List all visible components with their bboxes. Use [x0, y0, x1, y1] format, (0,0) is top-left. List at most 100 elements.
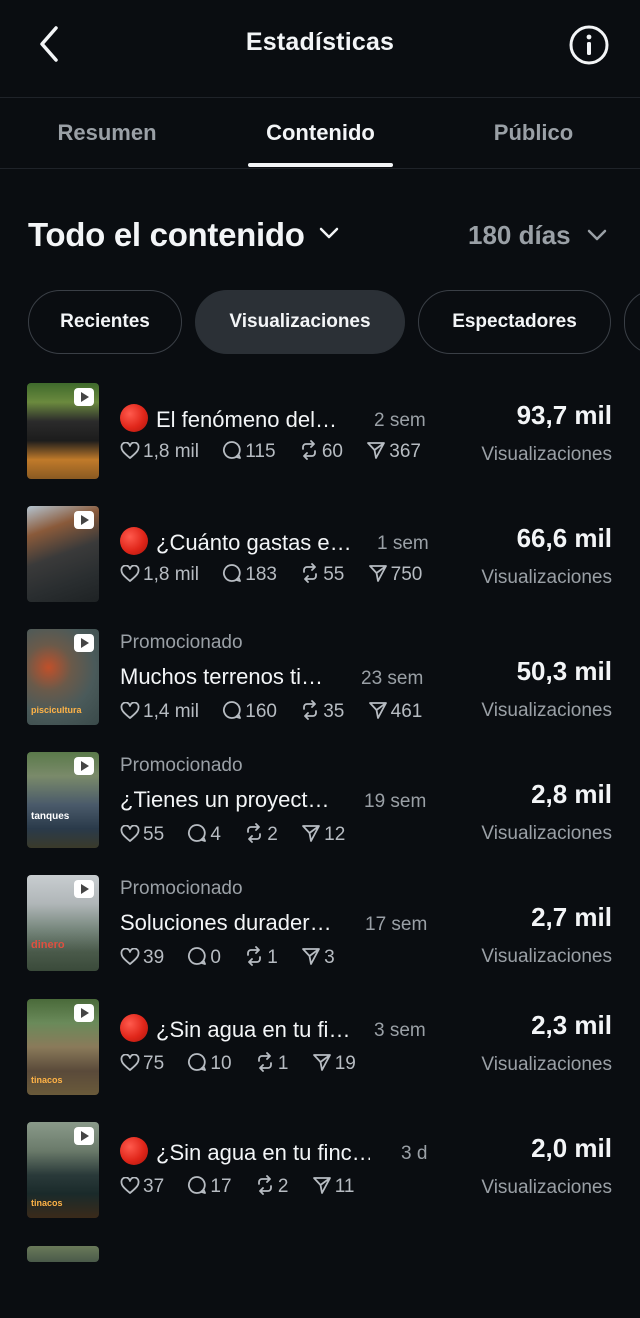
views-label: Visualizaciones: [481, 823, 612, 844]
post-thumbnail: tinacos: [27, 1122, 99, 1218]
views-label: Visualizaciones: [481, 700, 612, 721]
shares-stat: 19: [312, 1052, 356, 1075]
live-dot-icon: [120, 1014, 148, 1042]
shares-stat: 3: [301, 946, 335, 969]
post-title: ¿Sin agua en tu fi…: [120, 1014, 356, 1043]
list-item[interactable]: tinacos ¿Sin agua en tu finc… 3 d 37 17 …: [0, 1119, 640, 1219]
post-age: 1 sem: [377, 533, 429, 554]
chip-more[interactable]: [624, 290, 640, 354]
thumbnail-caption: tinacos: [31, 1075, 63, 1085]
period-dropdown[interactable]: 180 días: [468, 220, 571, 251]
promoted-label: Promocionado: [120, 632, 243, 653]
content-filter-row: Todo el contenido 180 días: [0, 212, 640, 262]
post-age: 23 sem: [361, 668, 424, 689]
post-stats: 1,4 mil 160 35 461: [120, 700, 440, 723]
chevron-down-icon[interactable]: [318, 226, 340, 240]
chevron-down-icon[interactable]: [586, 228, 608, 242]
likes-stat: 1,4 mil: [120, 701, 199, 723]
heart-icon: [120, 441, 140, 459]
post-stats: 37 17 2 11: [120, 1175, 372, 1198]
tab-publico[interactable]: Público: [486, 120, 581, 146]
reposts-stat: 2: [255, 1175, 288, 1198]
list-item[interactable]: tanques Promocionado ¿Tienes un proyect……: [0, 749, 640, 849]
post-title: ¿Tienes un proyect…: [120, 787, 330, 812]
comment-icon: [223, 441, 242, 459]
page-title: Estadísticas: [245, 28, 395, 56]
reposts-stat: 60: [299, 440, 343, 463]
tab-bar: Resumen Contenido Público: [0, 98, 640, 169]
views-label: Visualizaciones: [481, 1054, 612, 1075]
comment-icon: [188, 824, 207, 842]
list-item[interactable]: El fenómeno del… 2 sem 1,8 mil 115 60 36…: [0, 380, 640, 480]
list-item[interactable]: [0, 1243, 640, 1263]
list-item[interactable]: ¿Cuánto gastas e… 1 sem 1,8 mil 183 55 7…: [0, 503, 640, 603]
post-title: ¿Sin agua en tu finc…: [120, 1137, 370, 1166]
heart-icon: [120, 1176, 140, 1194]
post-age: 3 d: [401, 1143, 428, 1164]
views-count: 2,3 mil: [531, 1010, 612, 1040]
sort-chips: Recientes Visualizaciones Espectadores: [0, 290, 640, 356]
thumbnail-caption: piscicultura: [31, 705, 82, 715]
post-thumbnail: [27, 506, 99, 602]
post-stats: 1,8 mil 183 55 750: [120, 563, 434, 586]
chip-recientes[interactable]: Recientes: [28, 290, 182, 354]
share-icon: [368, 565, 387, 582]
comment-icon: [223, 701, 242, 719]
post-age: 19 sem: [364, 791, 427, 812]
comments-stat: 10: [187, 1052, 232, 1075]
share-icon: [302, 825, 321, 842]
shares-stat: 12: [301, 823, 345, 846]
repost-icon: [301, 440, 316, 460]
heart-icon: [120, 1053, 140, 1071]
chip-espectadores[interactable]: Espectadores: [418, 290, 611, 354]
repost-icon: [247, 823, 262, 843]
thumbnail-caption: tinacos: [31, 1198, 63, 1208]
post-stats: 39 0 1 3: [120, 946, 353, 969]
comments-stat: 4: [187, 823, 221, 846]
promoted-label: Promocionado: [120, 755, 243, 776]
comments-stat: 160: [222, 700, 277, 723]
shares-stat: 367: [366, 440, 421, 463]
comments-stat: 115: [222, 440, 276, 463]
post-stats: 1,8 mil 115 60 367: [120, 440, 439, 463]
heart-icon: [120, 564, 140, 582]
post-age: 3 sem: [374, 1020, 426, 1041]
reposts-stat: 2: [244, 823, 278, 846]
comments-stat: 0: [187, 946, 221, 969]
heart-icon: [120, 701, 140, 719]
views-count: 93,7 mil: [516, 400, 612, 430]
heart-icon: [120, 824, 140, 842]
tab-resumen[interactable]: Resumen: [54, 120, 160, 146]
post-title: El fenómeno del…: [120, 404, 356, 433]
likes-stat: 55: [120, 824, 164, 846]
comment-icon: [188, 1176, 207, 1194]
post-age: 2 sem: [374, 410, 426, 431]
list-item[interactable]: tinacos ¿Sin agua en tu fi… 3 sem 75 10 …: [0, 996, 640, 1096]
info-button[interactable]: [566, 22, 612, 68]
content-filter-dropdown[interactable]: Todo el contenido: [28, 216, 305, 254]
shares-stat: 11: [312, 1175, 354, 1198]
thumbnail-caption: dinero: [31, 939, 65, 951]
views-label: Visualizaciones: [481, 567, 612, 588]
shares-stat: 750: [368, 563, 422, 586]
likes-stat: 75: [120, 1053, 164, 1075]
share-icon: [312, 1054, 331, 1071]
post-title: ¿Cuánto gastas e…: [120, 527, 356, 556]
reposts-stat: 1: [255, 1052, 288, 1075]
repost-icon: [257, 1175, 272, 1195]
views-count: 2,0 mil: [531, 1133, 612, 1163]
views-label: Visualizaciones: [481, 1177, 612, 1198]
views-label: Visualizaciones: [481, 444, 612, 465]
play-icon: [74, 757, 94, 775]
live-dot-icon: [120, 404, 148, 432]
tab-contenido[interactable]: Contenido: [248, 120, 393, 146]
list-item[interactable]: dinero Promocionado Soluciones durader… …: [0, 872, 640, 972]
post-stats: 55 4 2 12: [120, 823, 363, 846]
post-thumbnail: [27, 383, 99, 479]
shares-stat: 461: [368, 700, 422, 723]
views-count: 2,8 mil: [531, 779, 612, 809]
list-item[interactable]: piscicultura Promocionado Muchos terreno…: [0, 626, 640, 726]
heart-icon: [120, 947, 140, 965]
chip-visualizaciones[interactable]: Visualizaciones: [195, 290, 405, 354]
post-title: Muchos terrenos ti…: [120, 664, 323, 689]
